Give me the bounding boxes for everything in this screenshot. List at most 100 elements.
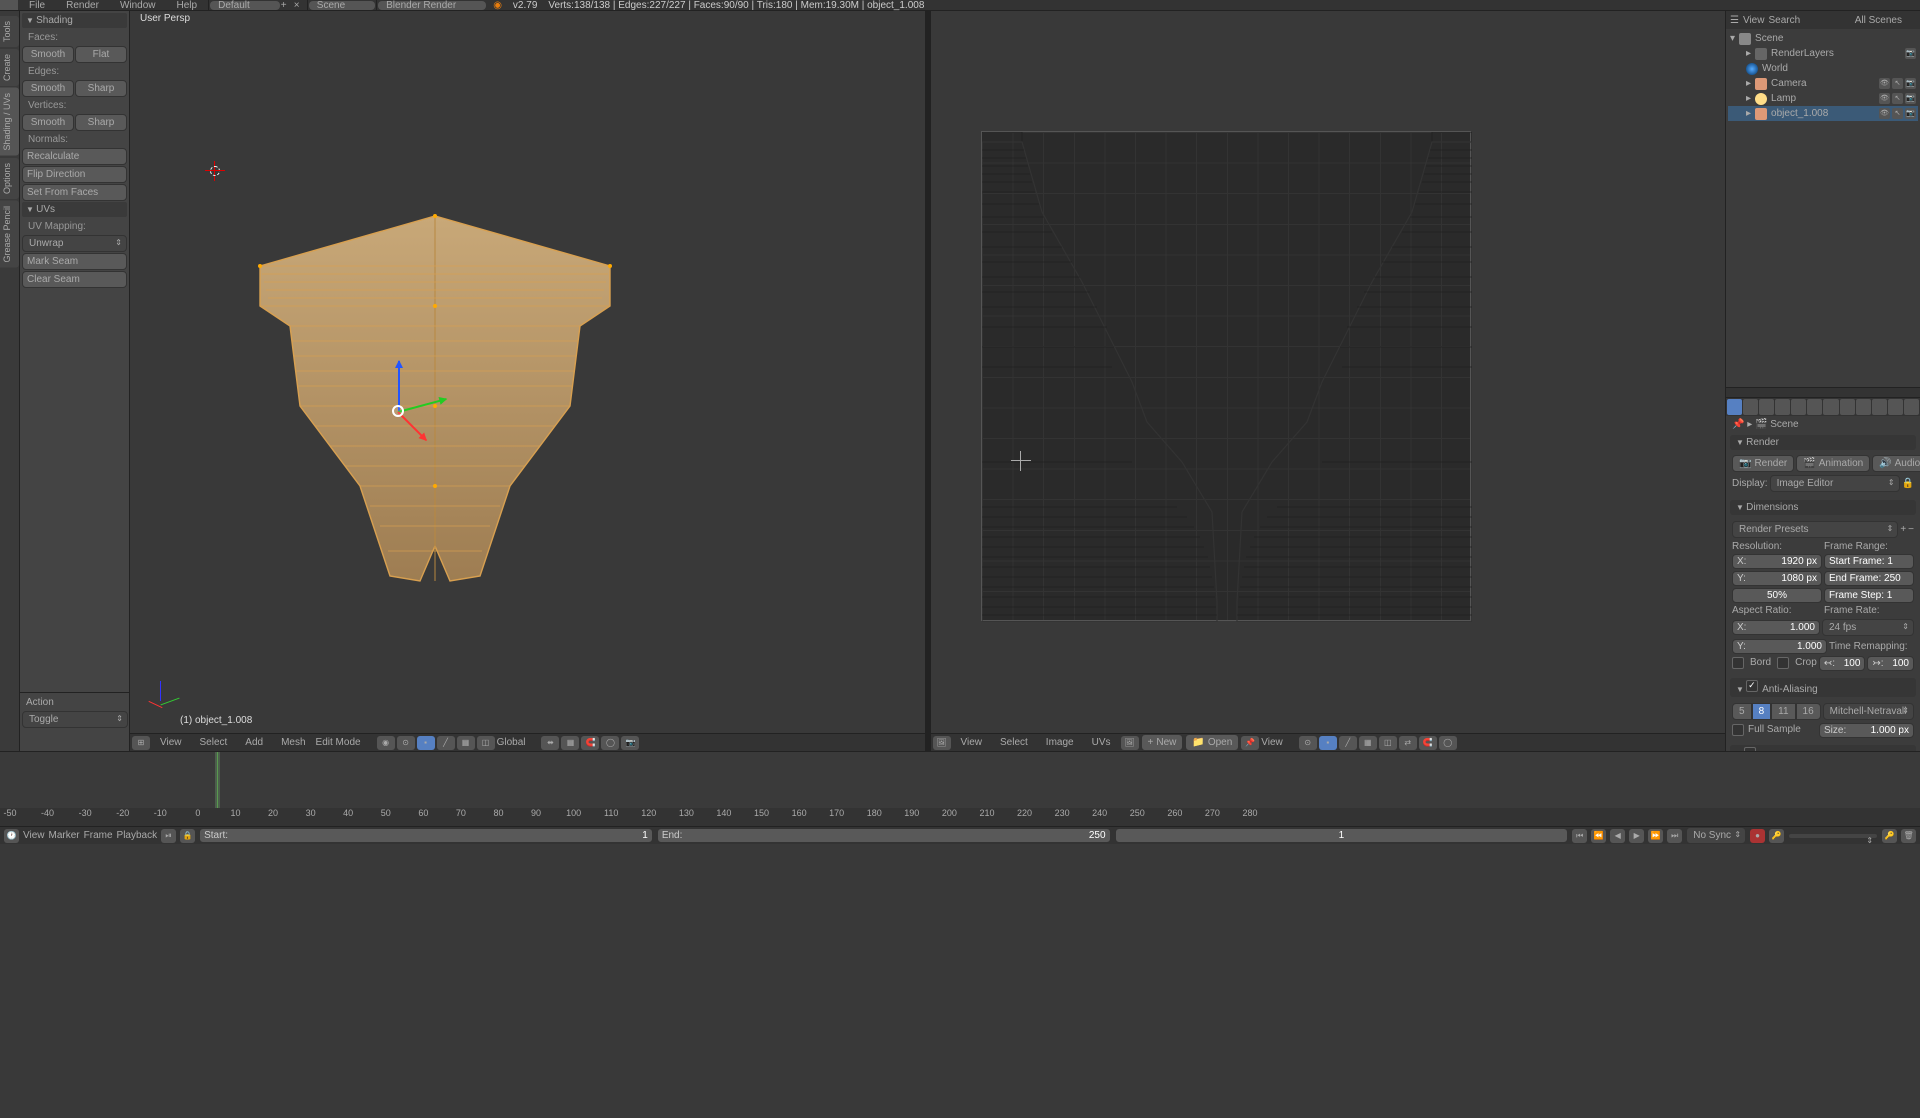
frame-step-field[interactable]: Frame Step: 1 — [1824, 588, 1914, 603]
resolution-x-field[interactable]: X:1920 px — [1732, 554, 1822, 569]
gizmo-z-axis[interactable] — [398, 361, 400, 411]
aa-11-button[interactable]: 11 — [1771, 703, 1795, 720]
faces-flat-button[interactable]: Flat — [75, 46, 127, 63]
shading-mode-icon[interactable]: ◉ — [377, 736, 395, 750]
aa-16-button[interactable]: 16 — [1796, 703, 1821, 720]
outliner-search-menu[interactable]: Search — [1768, 15, 1800, 26]
tree-row-world[interactable]: World — [1728, 61, 1918, 76]
keyframe-next-icon[interactable]: ⏩ — [1648, 829, 1663, 843]
editor-type-icon[interactable]: ⊞ — [132, 736, 150, 750]
jump-start-icon[interactable]: ⏮ — [1572, 829, 1587, 843]
snap-uv-icon[interactable]: 🧲 — [1419, 736, 1437, 750]
flip-direction-button[interactable]: Flip Direction — [22, 166, 127, 183]
render-button[interactable]: 📷 Render — [1732, 455, 1794, 472]
sync-dropdown[interactable]: No Sync — [1686, 827, 1746, 844]
remove-layout-button[interactable]: × — [294, 0, 306, 11]
image-browse-icon[interactable]: 🖼 — [1121, 736, 1139, 750]
tree-row-lamp[interactable]: ▸Lamp👁↖📷 — [1728, 91, 1918, 106]
texture-context-icon[interactable] — [1872, 399, 1887, 415]
new-image-button[interactable]: + New — [1141, 734, 1184, 751]
uv-uvs-menu[interactable]: UVs — [1084, 737, 1119, 748]
range-icon[interactable]: ⏯ — [161, 829, 176, 843]
crop-check[interactable] — [1777, 657, 1789, 669]
tl-frame-menu[interactable]: Frame — [84, 830, 113, 841]
outliner-filter-dropdown[interactable]: All Scenes — [1855, 15, 1916, 26]
mesh-object[interactable] — [240, 206, 630, 586]
eye-icon[interactable]: 👁 — [1879, 108, 1890, 119]
menu-help[interactable]: Help — [167, 0, 208, 11]
add-preset-icon[interactable]: + — [1900, 524, 1906, 535]
render-icon[interactable]: 📷 — [1905, 93, 1916, 104]
lock-icon[interactable]: 🔒 — [1902, 478, 1914, 489]
play-icon[interactable]: ▶ — [1629, 829, 1644, 843]
select-menu[interactable]: Select — [192, 737, 236, 748]
tab-shading-uvs[interactable]: Shading / UVs — [0, 88, 19, 156]
open-image-button[interactable]: 📁 Open — [1185, 734, 1239, 751]
fullsample-check[interactable] — [1732, 724, 1744, 736]
material-context-icon[interactable] — [1856, 399, 1871, 415]
edges-sharp-button[interactable]: Sharp — [75, 80, 127, 97]
tree-row-object[interactable]: ▸object_1.008👁↖📷 — [1728, 106, 1918, 121]
cursor-icon[interactable]: ↖ — [1892, 108, 1903, 119]
render-engine-dropdown[interactable]: Blender Render — [378, 1, 486, 10]
aspect-y-field[interactable]: Y:1.000 — [1732, 639, 1827, 654]
mesh-menu[interactable]: Mesh — [273, 737, 313, 748]
insert-key-icon[interactable]: 🔑 — [1882, 829, 1897, 843]
outliner-scrollbar[interactable] — [1726, 387, 1920, 397]
aa-panel-header[interactable]: Anti-Aliasing — [1730, 678, 1916, 697]
remap-old-field[interactable]: ↢:100 — [1819, 656, 1866, 671]
particles-context-icon[interactable] — [1888, 399, 1903, 415]
animation-button[interactable]: 🎬 Animation — [1796, 455, 1870, 472]
pivot-icon[interactable]: ⊙ — [397, 736, 415, 750]
mark-seam-button[interactable]: Mark Seam — [22, 253, 127, 270]
remove-preset-icon[interactable]: − — [1908, 524, 1914, 535]
scene-dropdown[interactable]: Scene — [309, 1, 375, 10]
delete-key-icon[interactable]: 🗑 — [1901, 829, 1916, 843]
uv-grid[interactable] — [981, 131, 1471, 621]
scene-context-icon[interactable] — [1759, 399, 1774, 415]
outliner-view-menu[interactable]: View — [1743, 15, 1765, 26]
aa-size-field[interactable]: Size:1.000 px — [1819, 723, 1914, 738]
3d-viewport[interactable]: User Persp — [130, 11, 925, 751]
eye-icon[interactable]: 👁 — [1879, 93, 1890, 104]
world-context-icon[interactable] — [1775, 399, 1790, 415]
outliner-tree[interactable]: ▾Scene ▸RenderLayers📷 World ▸Camera👁↖📷 ▸… — [1726, 29, 1920, 387]
tl-view-menu[interactable]: View — [23, 830, 45, 841]
gizmo-origin[interactable] — [392, 405, 404, 417]
aa-enable-check[interactable] — [1746, 680, 1758, 692]
proportional-icon[interactable]: ◯ — [601, 736, 619, 750]
uv-view-dropdown[interactable]: View — [1261, 737, 1297, 748]
display-dropdown[interactable]: Image Editor — [1770, 475, 1900, 492]
render-context-icon[interactable] — [1727, 399, 1742, 415]
pin-icon[interactable]: 📌 — [1241, 736, 1259, 750]
verts-smooth-button[interactable]: Smooth — [22, 114, 74, 131]
resolution-pct-field[interactable]: 50% — [1732, 588, 1822, 603]
physics-context-icon[interactable] — [1904, 399, 1919, 415]
aspect-x-field[interactable]: X:1.000 — [1732, 620, 1820, 635]
timeline-editor[interactable]: -50-40-30-20-100102030405060708090100110… — [0, 751, 1920, 826]
uvs-panel-header[interactable]: UVs — [22, 202, 127, 217]
editor-type-icon[interactable]: ☰ — [1730, 15, 1739, 26]
unwrap-dropdown[interactable]: Unwrap — [22, 235, 127, 252]
render-icon[interactable]: 📷 — [1905, 108, 1916, 119]
data-context-icon[interactable] — [1840, 399, 1855, 415]
uv-select-menu[interactable]: Select — [992, 737, 1036, 748]
tab-create[interactable]: Create — [0, 49, 19, 86]
aa-filter-dropdown[interactable]: Mitchell-Netravali — [1823, 703, 1914, 720]
uv-sync-icon[interactable]: ⇄ — [1399, 736, 1417, 750]
keyframe-prev-icon[interactable]: ⏪ — [1591, 829, 1606, 843]
fps-dropdown[interactable]: 24 fps — [1822, 619, 1914, 636]
start-frame-field[interactable]: Start Frame: 1 — [1824, 554, 1914, 569]
uv-face-select-icon[interactable]: ▦ — [1359, 736, 1377, 750]
uv-view-menu[interactable]: View — [953, 737, 991, 748]
clear-seam-button[interactable]: Clear Seam — [22, 271, 127, 288]
uv-image-editor[interactable]: 🖼 View Select Image UVs 🖼 + New 📁 Open 📌… — [931, 11, 1726, 751]
keying-set-icon[interactable]: 🔑 — [1769, 829, 1784, 843]
end-frame-field[interactable]: End:250 — [657, 828, 1111, 843]
face-select-icon[interactable]: ▦ — [457, 736, 475, 750]
current-frame-field[interactable]: 1 — [1115, 828, 1569, 843]
edge-select-icon[interactable]: ╱ — [437, 736, 455, 750]
start-frame-field[interactable]: Start:1 — [199, 828, 653, 843]
tree-row-camera[interactable]: ▸Camera👁↖📷 — [1728, 76, 1918, 91]
manipulator-toggle-icon[interactable]: ⬌ — [541, 736, 559, 750]
